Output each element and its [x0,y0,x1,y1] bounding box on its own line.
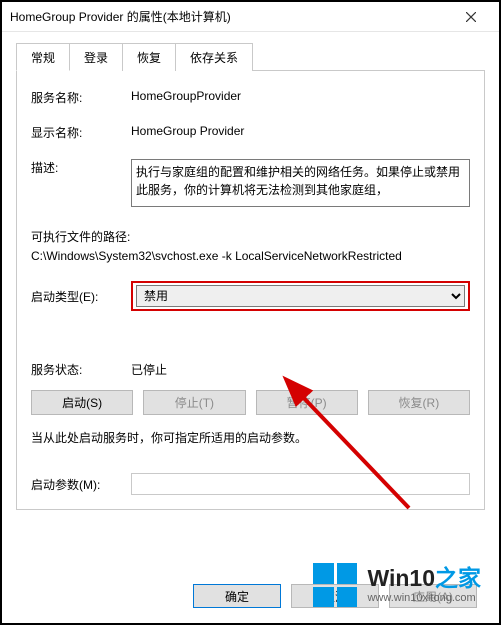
start-param-input [131,473,470,495]
value-display-name: HomeGroup Provider [131,124,470,138]
label-description: 描述: [31,159,131,176]
tab-logon[interactable]: 登录 [69,43,123,71]
tab-strip: 常规 登录 恢复 依存关系 [16,42,485,71]
row-service-status: 服务状态: 已停止 [31,361,470,378]
tab-dependencies[interactable]: 依存关系 [175,43,253,71]
label-service-status: 服务状态: [31,361,131,378]
pause-button: 暂停(P) [256,390,358,415]
value-service-status: 已停止 [131,361,167,378]
label-startup-type: 启动类型(E): [31,288,131,305]
start-param-hint: 当从此处启动服务时，你可指定所适用的启动参数。 [31,429,470,447]
start-button[interactable]: 启动(S) [31,390,133,415]
description-textarea[interactable]: 执行与家庭组的配置和维护相关的网络任务。如果停止或禁用此服务，你的计算机将无法检… [131,159,470,207]
row-display-name: 显示名称: HomeGroup Provider [31,124,470,141]
startup-type-select[interactable]: 禁用 [136,285,465,307]
row-start-param: 启动参数(M): [31,473,470,495]
tab-recovery[interactable]: 恢复 [122,43,176,71]
close-button[interactable] [451,3,491,31]
exe-path-block: 可执行文件的路径: C:\Windows\System32\svchost.ex… [31,228,470,263]
client-area: 常规 登录 恢复 依存关系 服务名称: HomeGroupProvider 显示… [2,32,499,510]
row-startup-type: 启动类型(E): 禁用 [31,281,470,311]
ok-button[interactable]: 确定 [193,584,281,608]
service-control-buttons: 启动(S) 停止(T) 暂停(P) 恢复(R) [31,390,470,415]
cancel-button[interactable]: 取消 [291,584,379,608]
tab-panel-general: 服务名称: HomeGroupProvider 显示名称: HomeGroup … [16,71,485,510]
stop-button: 停止(T) [143,390,245,415]
startup-highlight: 禁用 [131,281,470,311]
apply-button: 应用(A) [389,584,477,608]
label-service-name: 服务名称: [31,89,131,106]
close-icon [466,12,476,22]
dialog-buttons: 确定 取消 应用(A) [2,575,499,617]
row-service-name: 服务名称: HomeGroupProvider [31,89,470,106]
tab-general[interactable]: 常规 [16,43,70,71]
value-service-name: HomeGroupProvider [131,89,470,103]
label-exe-path: 可执行文件的路径: [31,228,470,245]
label-display-name: 显示名称: [31,124,131,141]
label-start-param: 启动参数(M): [31,476,131,493]
title-bar: HomeGroup Provider 的属性(本地计算机) [2,2,499,32]
row-description: 描述: 执行与家庭组的配置和维护相关的网络任务。如果停止或禁用此服务，你的计算机… [31,159,470,210]
resume-button: 恢复(R) [368,390,470,415]
value-exe-path: C:\Windows\System32\svchost.exe -k Local… [31,249,470,263]
window-title: HomeGroup Provider 的属性(本地计算机) [10,8,231,25]
